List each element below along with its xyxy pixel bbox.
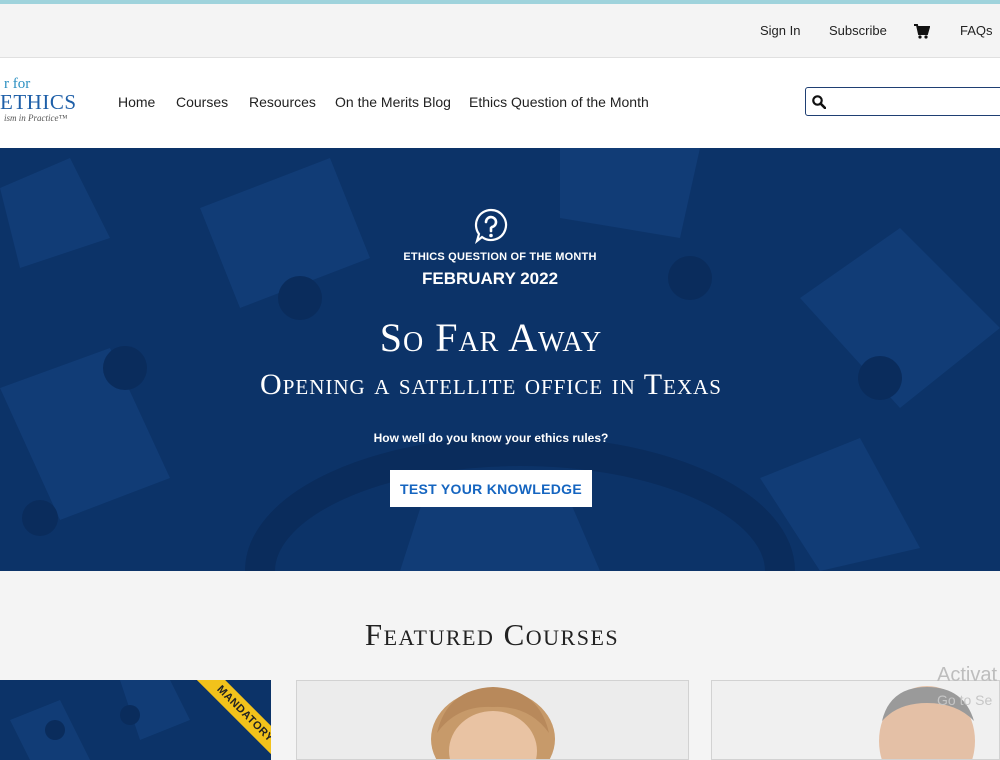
hero-date: FEBRUARY 2022 — [421, 269, 559, 288]
nav-courses[interactable]: Courses — [176, 94, 228, 110]
course-card-1[interactable]: MANDATORY — [0, 680, 271, 760]
question-bubble-icon — [474, 208, 508, 244]
hero-banner: ETHICS QUESTION OF THE MONTH FEBRUARY 20… — [0, 148, 1000, 571]
search-input[interactable] — [805, 87, 1000, 116]
faqs-link[interactable]: FAQs — [960, 23, 993, 38]
hero-eyebrow: ETHICS QUESTION OF THE MONTH — [403, 251, 597, 263]
sign-in-link[interactable]: Sign In — [760, 23, 800, 38]
nav-resources[interactable]: Resources — [249, 94, 316, 110]
logo-line-2: ETHICS — [0, 90, 77, 114]
search-icon[interactable] — [812, 95, 826, 109]
logo-tagline: ism in Practice™ — [4, 113, 68, 123]
site-logo[interactable]: r for ETHICS ism in Practice™ — [0, 76, 80, 132]
featured-courses-heading: Featured Courses — [364, 617, 620, 652]
test-your-knowledge-button[interactable]: TEST YOUR KNOWLEDGE — [390, 470, 592, 507]
hero-prompt: How well do you know your ethics rules? — [373, 431, 609, 445]
activate-windows-watermark: Activat — [937, 664, 998, 686]
shopping-cart-icon[interactable] — [914, 24, 930, 39]
nav-on-the-merits-blog[interactable]: On the Merits Blog — [335, 94, 451, 110]
activate-windows-subtext: Go to Se — [937, 692, 993, 708]
instructor-portrait-image — [431, 687, 555, 759]
main-header: r for ETHICS ism in Practice™ Home Cours… — [0, 58, 1000, 148]
hero-subtitle: Opening a satellite office in Texas — [260, 368, 722, 401]
subscribe-link[interactable]: Subscribe — [829, 23, 887, 38]
utility-bar: Sign In Subscribe FAQs — [0, 4, 1000, 58]
course-card-2[interactable] — [296, 680, 689, 760]
hero-title: So Far Away — [379, 315, 603, 360]
nav-home[interactable]: Home — [118, 94, 155, 110]
nav-ethics-question-of-the-month[interactable]: Ethics Question of the Month — [469, 94, 649, 110]
